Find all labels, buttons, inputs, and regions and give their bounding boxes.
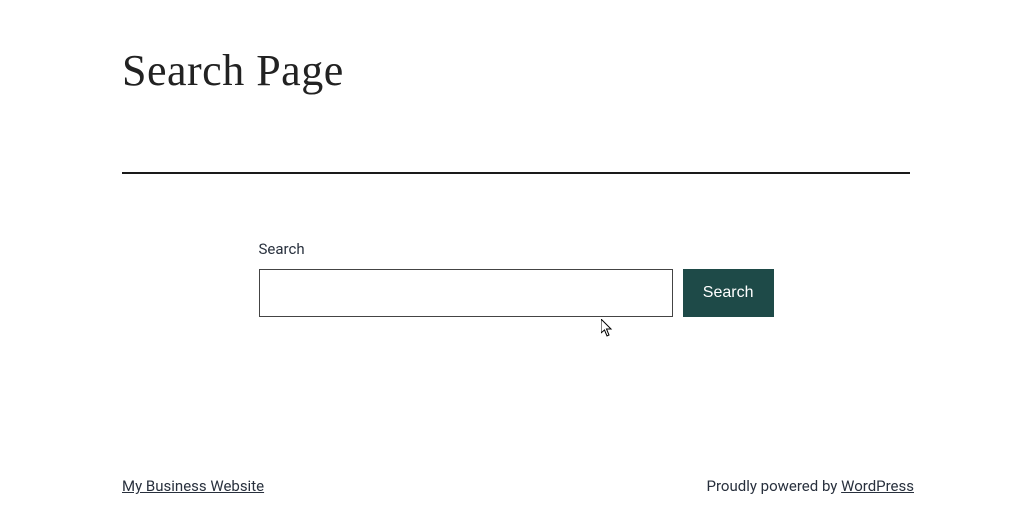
search-label: Search: [259, 240, 774, 258]
page-title: Search Page: [122, 45, 910, 96]
search-button[interactable]: Search: [683, 269, 774, 317]
powered-by: Proudly powered by WordPress: [707, 477, 914, 495]
wordpress-link[interactable]: WordPress: [841, 477, 914, 495]
search-block: Search Search: [259, 240, 774, 317]
site-link[interactable]: My Business Website: [122, 477, 264, 495]
cursor-icon: [601, 319, 613, 337]
search-row: Search: [259, 269, 774, 317]
powered-by-prefix: Proudly powered by: [707, 477, 842, 495]
footer: My Business Website Proudly powered by W…: [122, 477, 914, 495]
search-input[interactable]: [259, 269, 673, 317]
divider: [122, 172, 910, 174]
